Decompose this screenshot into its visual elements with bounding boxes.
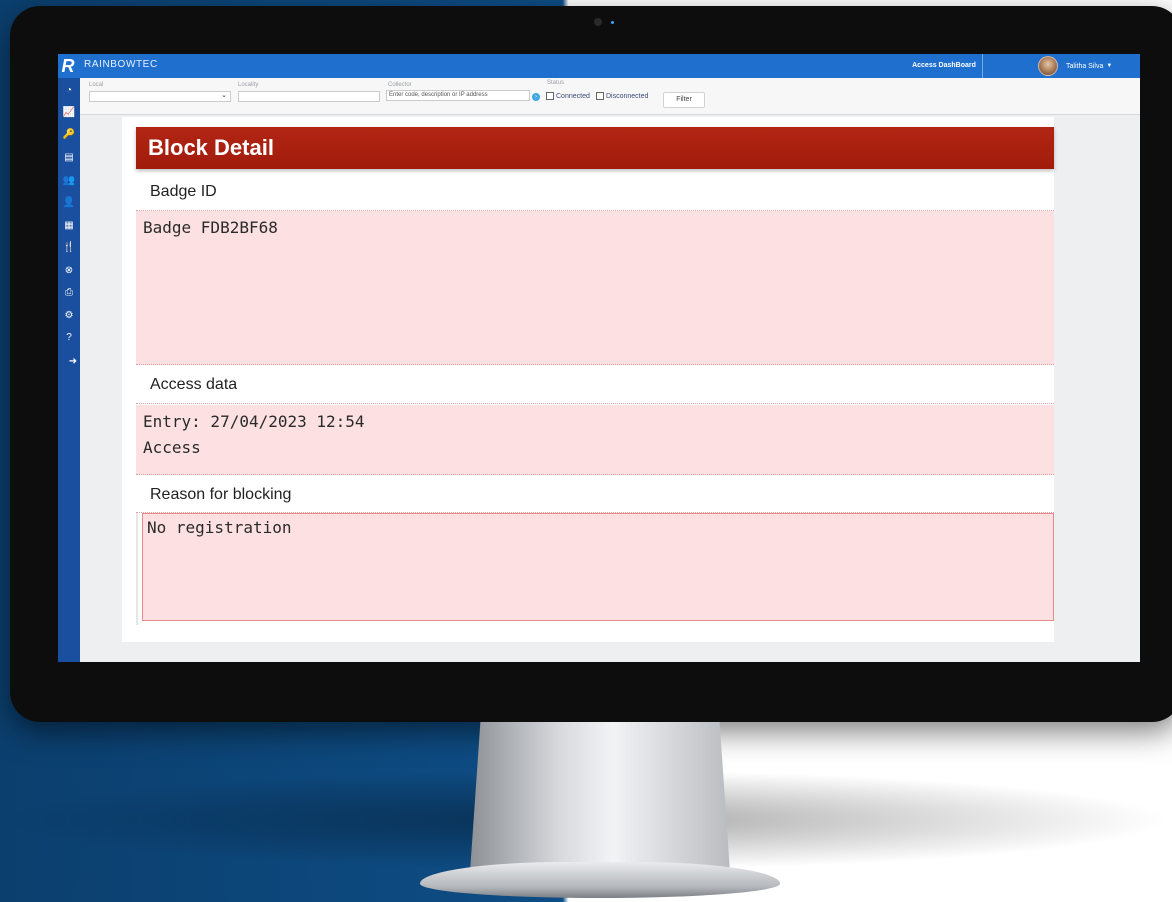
local-label: Local [89, 82, 104, 88]
badge-id-value: Badge FDB2BF68 [143, 218, 278, 237]
badge-id-heading: Badge ID [136, 173, 1054, 211]
connected-checkbox-box[interactable] [546, 92, 554, 100]
user-name: Talitha Silva [1066, 62, 1104, 70]
sidebar: ◔ 📈 🔑 ▤ 👥 👤 ▦ 🍴 ⊗ ⎙ ⚙ ? ➜ [58, 78, 80, 662]
access-data-section: Entry: 27/04/2023 12:54 Access [136, 405, 1054, 475]
caret-down-icon: ▼ [1106, 63, 1113, 69]
badge-id-section: Badge FDB2BF68 [136, 211, 1054, 365]
chevron-down-icon: ⌄ [221, 92, 227, 99]
reason-for-blocking-field: No registration [142, 513, 1054, 621]
gear-icon[interactable]: ⚙ [62, 309, 76, 323]
user-icon[interactable]: 👤 [62, 196, 76, 210]
locality-input[interactable] [238, 91, 380, 102]
collector-input[interactable]: Enter code, description or IP address [386, 90, 530, 101]
divider [136, 513, 138, 625]
reason-value: No registration [147, 518, 292, 537]
monitor-stand-neck [470, 722, 730, 872]
block-detail-panel: Block Detail Badge ID Badge FDB2BF68 Acc… [122, 117, 1054, 642]
local-select[interactable]: ⌄ [89, 91, 231, 102]
close-circle-icon[interactable]: ⊗ [62, 264, 76, 278]
avatar [1038, 56, 1058, 76]
access-value: Access [143, 438, 201, 457]
disconnected-checkbox-box[interactable] [596, 92, 604, 100]
disconnected-checkbox[interactable]: Disconnected [596, 92, 648, 100]
camera [594, 18, 602, 26]
calendar-icon[interactable]: ▦ [62, 219, 76, 233]
block-detail-title: Block Detail [136, 127, 1054, 169]
connected-label: Connected [556, 92, 590, 100]
rainbowtec-logo-icon[interactable]: R [58, 56, 78, 76]
screen: R RAINBOWTEC Access DashBoard Talitha Si… [58, 54, 1140, 662]
gauge-icon[interactable]: ◔ [62, 84, 76, 98]
key-icon[interactable]: 🔑 [62, 128, 76, 142]
filter-bar: Local ⌄ Locality Collector Enter code, d… [80, 78, 1140, 115]
disconnected-label: Disconnected [606, 92, 649, 100]
collector-label: Collector [388, 82, 412, 88]
filter-button[interactable]: Filter [663, 92, 705, 108]
status-label: Status [547, 80, 565, 86]
reason-heading: Reason for blocking [136, 476, 1054, 513]
brand-name: RAINBOWTEC [84, 59, 158, 70]
cutlery-icon[interactable]: 🍴 [62, 241, 76, 255]
monitor-stand-base [420, 862, 780, 898]
document-icon[interactable]: ▤ [62, 151, 76, 165]
connected-checkbox[interactable]: Connected [546, 92, 590, 100]
printer-icon[interactable]: ⎙ [62, 286, 76, 300]
user-menu[interactable]: Talitha Silva ▼ [1038, 56, 1112, 76]
users-icon[interactable]: 👥 [62, 174, 76, 188]
entry-value: Entry: 27/04/2023 12:54 [143, 412, 365, 431]
access-dashboard-button[interactable]: Access DashBoard [906, 54, 983, 78]
locality-label: Locality [238, 82, 259, 88]
access-data-heading: Access data [136, 366, 1054, 404]
arrow-right-circle-icon[interactable]: ➜ [66, 355, 80, 369]
chart-icon[interactable]: 📈 [62, 106, 76, 120]
camera-led [611, 21, 614, 24]
top-bar: R RAINBOWTEC Access DashBoard Talitha Si… [58, 54, 1140, 78]
help-icon[interactable]: ? [62, 331, 76, 345]
collector-go-icon[interactable]: › [532, 93, 540, 101]
